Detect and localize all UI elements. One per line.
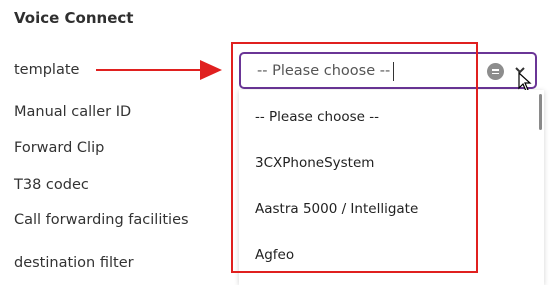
dropdown-option-agfeo[interactable]: Agfeo [255, 247, 294, 263]
section-title: Voice Connect [14, 9, 134, 27]
t38-codec-label: T38 codec [14, 177, 89, 193]
manual-caller-id-label: Manual caller ID [14, 104, 132, 120]
call-forwarding-facilities-label: Call forwarding facilities [14, 212, 189, 228]
dropdown-option-3cxphonesystem[interactable]: 3CXPhoneSystem [255, 155, 374, 171]
dropdown-option-please-choose[interactable]: -- Please choose -- [255, 109, 379, 125]
dropdown-scrollbar[interactable] [539, 94, 542, 130]
dropdown-option-aastra[interactable]: Aastra 5000 / Intelligate [255, 201, 418, 217]
template-select-value[interactable]: -- Please choose -- [257, 63, 390, 79]
template-dropdown-list[interactable]: -- Please choose -- 3CXPhoneSystem Aastr… [239, 90, 544, 285]
template-select[interactable]: -- Please choose -- [239, 52, 537, 89]
template-label: template [14, 62, 80, 78]
forward-clip-label: Forward Clip [14, 140, 105, 156]
destination-filter-label: destination filter [14, 255, 134, 271]
clear-icon[interactable] [487, 63, 504, 80]
text-caret [393, 62, 394, 81]
mouse-cursor-icon [518, 72, 532, 92]
arrow-right-icon [96, 60, 222, 80]
